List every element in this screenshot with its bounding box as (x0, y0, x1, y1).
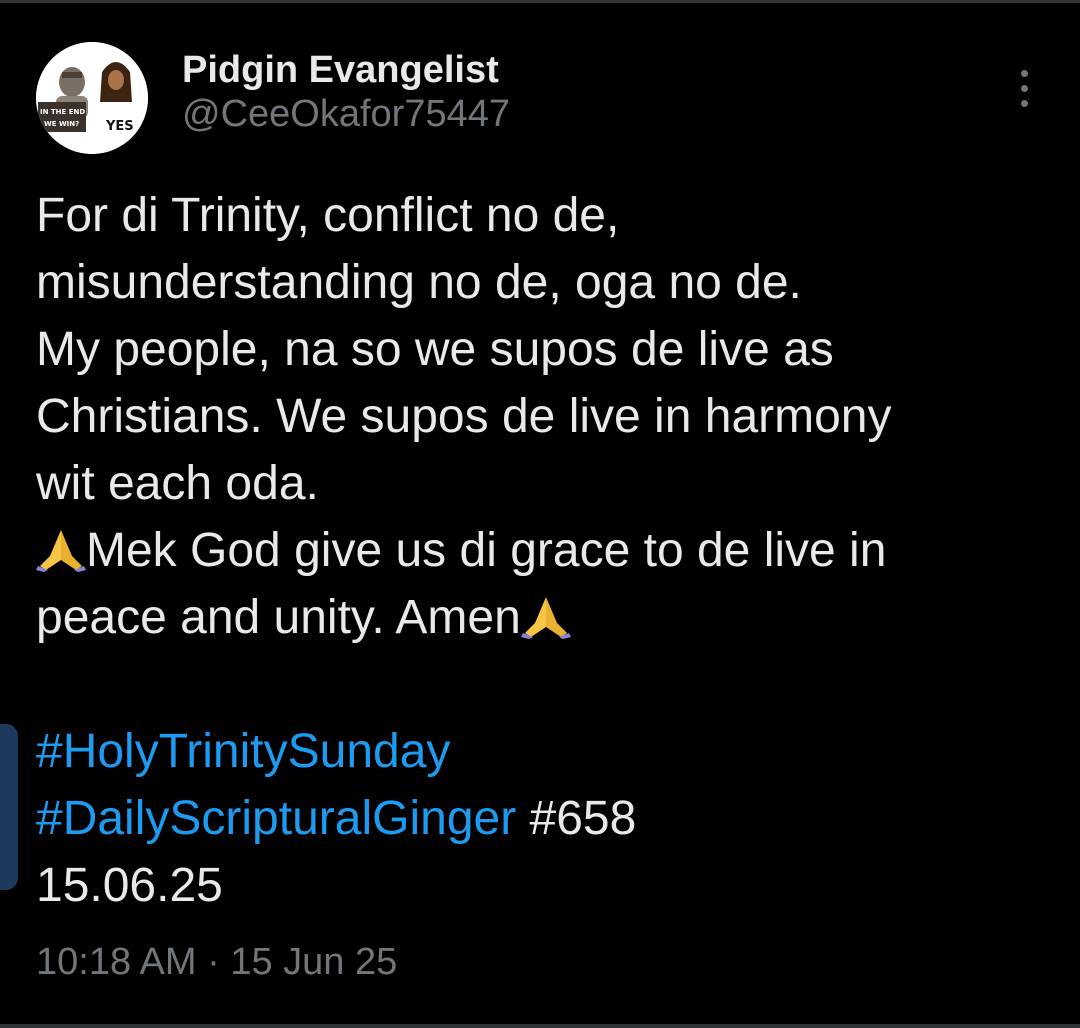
hashtag-link[interactable]: #HolyTrinitySunday (36, 725, 450, 778)
author-block: Pidgin Evangelist @CeeOkafor75447 (182, 48, 510, 136)
tweet-line: #HolyTrinitySunday (36, 718, 1046, 785)
tweet-line: Christians. We supos de live in harmony (36, 390, 892, 443)
tweet-line: #DailyScripturalGinger #658 (36, 785, 1046, 852)
tweet-date-line: 15.06.25 (36, 859, 223, 912)
avatar-caption-right: YES (105, 119, 134, 134)
tweet-line-text: peace and unity. Amen (36, 591, 521, 644)
tweet-line: peace and unity. Amen (36, 584, 1046, 651)
more-options-dot (1020, 69, 1028, 77)
display-name[interactable]: Pidgin Evangelist (182, 48, 510, 92)
praying-hands-icon (36, 523, 86, 572)
timestamp-time: 10:18 AM (36, 941, 197, 983)
number-tag: #658 (529, 792, 637, 845)
tweet-line: Mek God give us di grace to de live in (36, 517, 1046, 584)
timestamp-separator: · (207, 941, 220, 983)
avatar-image: IN THE END WE WIN? YES (36, 42, 148, 154)
tweet-line: misunderstanding no de, oga no de. (36, 256, 802, 309)
svg-text:WE WIN?: WE WIN? (44, 120, 79, 128)
bottom-divider (0, 1024, 1080, 1028)
timestamp-date: 15 Jun 25 (230, 941, 398, 983)
tweet-line: For di Trinity, conflict no de, (36, 189, 620, 242)
praying-hands-icon (520, 590, 571, 639)
avatar[interactable]: IN THE END WE WIN? YES (36, 42, 148, 154)
more-options-dot (1020, 84, 1028, 92)
tweet-line-text: Mek God give us di grace to de live in (86, 524, 887, 577)
tweet-text: For di Trinity, conflict no de, misunder… (36, 182, 1046, 919)
user-handle[interactable]: @CeeOkafor75447 (182, 92, 510, 136)
more-options-button[interactable] (1004, 66, 1044, 110)
tweet-line: My people, na so we supos de live as (36, 323, 834, 376)
hashtag-link[interactable]: #DailyScripturalGinger (36, 792, 516, 845)
more-options-dot (1020, 99, 1028, 107)
avatar-caption-left: IN THE END (40, 108, 85, 116)
top-divider (0, 0, 1080, 3)
tweet-line: wit each oda. (36, 457, 319, 510)
tweet-timestamp[interactable]: 10:18 AM · 15 Jun 25 (36, 938, 397, 986)
scroll-indicator (0, 724, 18, 890)
